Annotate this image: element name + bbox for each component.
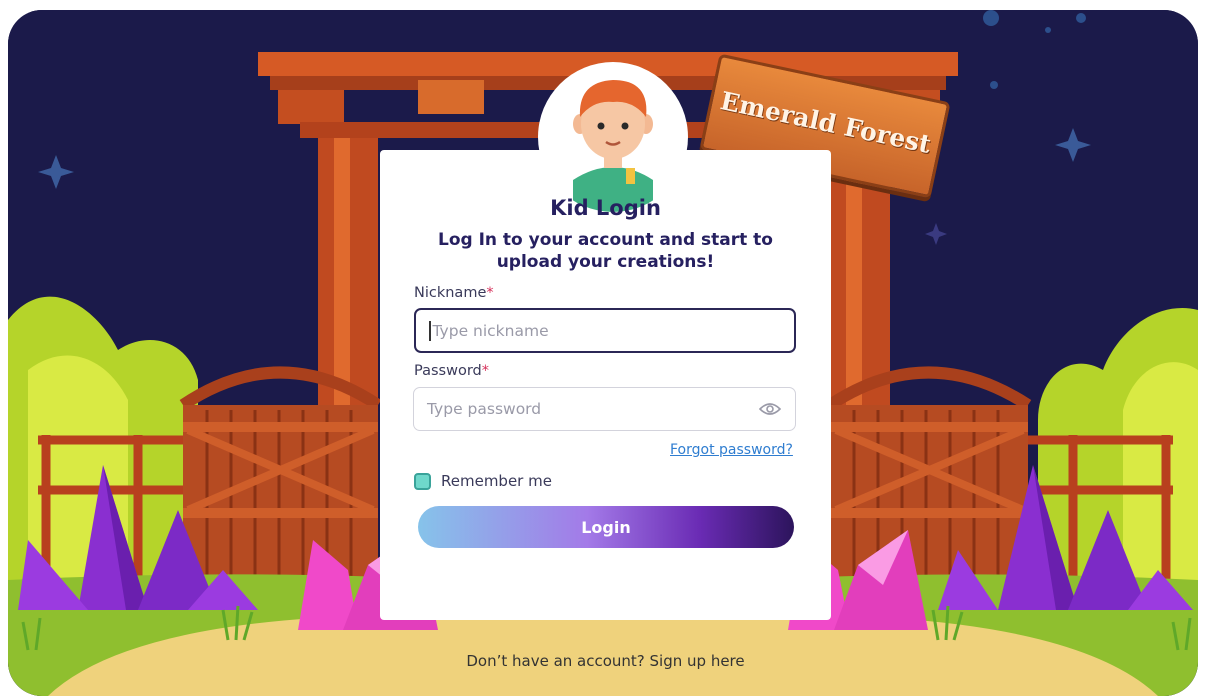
password-label: Password* xyxy=(414,363,489,379)
nickname-input[interactable]: Type nickname xyxy=(414,308,796,353)
kid-avatar-icon xyxy=(573,80,653,212)
password-input[interactable]: Type password xyxy=(413,387,796,431)
required-mark: * xyxy=(481,363,489,379)
password-label-text: Password xyxy=(414,363,482,379)
remember-me-checkbox[interactable] xyxy=(414,472,431,490)
page-subtitle: Log In to your account and start to uplo… xyxy=(437,230,773,272)
password-placeholder: Type password xyxy=(427,400,542,418)
remember-me[interactable]: Remember me xyxy=(414,472,552,490)
signup-link[interactable]: Don’t have an account? Sign up here xyxy=(380,652,831,670)
page-title: Kid Login xyxy=(550,196,661,220)
required-mark: * xyxy=(486,285,494,301)
text-cursor xyxy=(429,320,431,341)
forgot-password-link[interactable]: Forgot password? xyxy=(670,442,793,458)
nickname-placeholder: Type nickname xyxy=(432,321,549,340)
nickname-label-text: Nickname xyxy=(414,285,487,301)
login-button[interactable]: Login xyxy=(418,506,794,548)
eye-icon[interactable] xyxy=(759,401,781,417)
login-card xyxy=(380,150,831,620)
nickname-label: Nickname* xyxy=(414,285,494,301)
avatar xyxy=(538,62,688,212)
login-screen: Emerald Forest Kid Login Log In to your … xyxy=(8,10,1198,696)
remember-me-label: Remember me xyxy=(441,472,552,490)
